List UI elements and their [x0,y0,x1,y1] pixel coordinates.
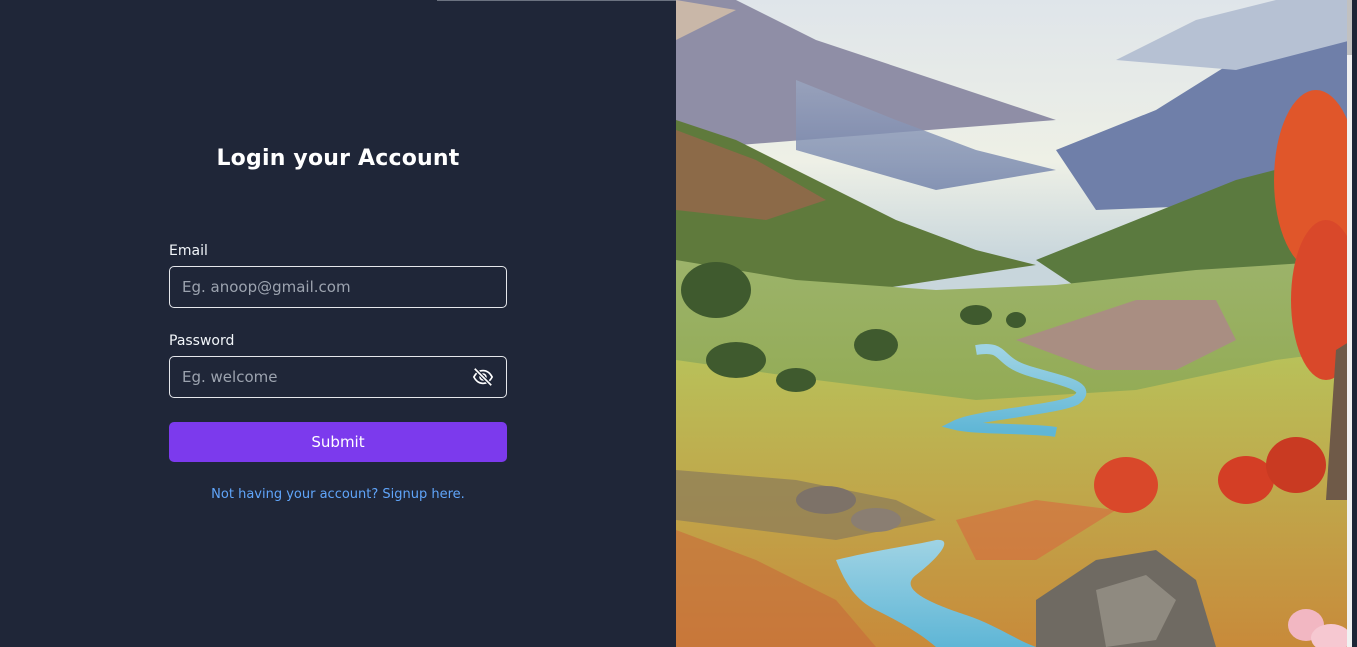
email-input[interactable] [170,267,506,307]
top-divider [437,0,676,1]
submit-button[interactable]: Submit [169,422,507,462]
landscape-illustration [676,0,1352,647]
email-field-wrapper [169,266,507,308]
password-input[interactable] [170,357,506,397]
email-label: Email [169,243,208,259]
password-field-wrapper [169,356,507,398]
password-label: Password [169,333,235,349]
login-panel: Login your Account Email Password Submit… [0,0,676,647]
signup-link[interactable]: Not having your account? Signup here. [0,487,676,502]
scrollbar[interactable] [1347,0,1352,647]
eye-off-icon[interactable] [472,366,494,388]
landscape-image [676,0,1352,647]
page-title: Login your Account [216,146,460,171]
scrollbar-thumb[interactable] [1347,0,1352,55]
